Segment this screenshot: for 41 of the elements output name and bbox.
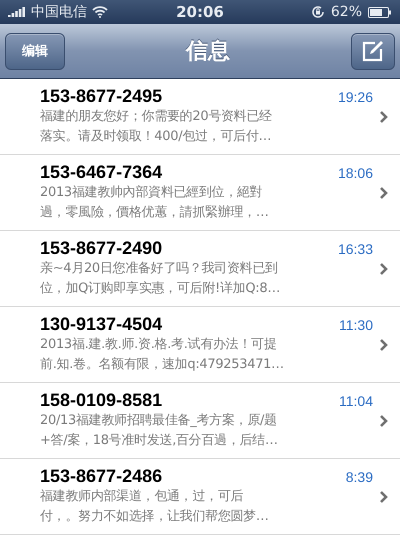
message-preview: 前.知.卷。名额有限，速加q:479253471… <box>40 356 285 374</box>
chevron-icon <box>379 338 388 352</box>
message-preview: 2013福.建.教.师.资.格.考.试有办法！可提 <box>40 336 278 354</box>
message-preview: 位，加Q订购即享实惠，可后附!详加Q:8… <box>40 280 282 298</box>
sender-number: 153-8677-2486 <box>40 466 162 487</box>
rotation-lock-icon <box>310 5 325 19</box>
sender-number: 130-9137-4504 <box>40 314 162 335</box>
battery-icon <box>368 6 392 18</box>
screen-title: 信息 <box>186 38 230 66</box>
message-preview: 福建教师内部渠道，包通，过，可后 <box>40 488 244 506</box>
chevron-icon <box>379 490 388 504</box>
message-time: 8:39 <box>346 469 373 485</box>
message-time: 11:30 <box>339 317 373 333</box>
battery-percentage: 62% <box>330 4 362 20</box>
signal-icon <box>8 7 26 17</box>
message-preview: 亲~4月20日您准备好了吗？我司资料已到 <box>40 260 279 278</box>
message-preview: 2013福建教帅內部資料已經到位，絕對 <box>40 184 264 202</box>
chevron-icon <box>379 110 388 124</box>
message-time: 18:06 <box>338 165 373 181</box>
chevron-icon <box>379 262 388 276</box>
compose-icon <box>361 39 385 63</box>
clock-time: 20:06 <box>176 3 224 21</box>
message-time: 19:26 <box>338 89 373 105</box>
chevron-icon <box>379 414 388 428</box>
sender-number: 158-0109-8581 <box>40 390 162 411</box>
compose-button[interactable] <box>351 32 395 70</box>
sender-number: 153-6467-7364 <box>40 162 162 183</box>
message-preview: 付，。努力不如选择，让我们帮您圆梦… <box>40 508 270 526</box>
message-preview: +答/案，18号准时发送,百分百過，后结… <box>40 432 279 450</box>
sender-number: 153-8677-2490 <box>40 238 162 259</box>
message-preview: 20/13福建教师招聘最佳备_考方案，原/题 <box>40 412 278 430</box>
carrier-name: 中国电信 <box>31 3 87 21</box>
edit-button[interactable]: 编辑 <box>5 32 65 70</box>
wifi-icon <box>92 6 108 18</box>
message-preview: 落实。请及时领取！400/包过，可后付… <box>40 128 272 146</box>
chevron-icon <box>379 186 388 200</box>
message-preview: 過，零風險，價格优蕙，請抓緊辦理，… <box>40 204 270 222</box>
sender-number: 153-8677-2495 <box>40 86 162 107</box>
message-preview: 福建的朋友您好；你需要的20号资料已经 <box>40 108 273 126</box>
message-time: 16:33 <box>338 241 373 257</box>
message-time: 11:04 <box>339 393 373 409</box>
